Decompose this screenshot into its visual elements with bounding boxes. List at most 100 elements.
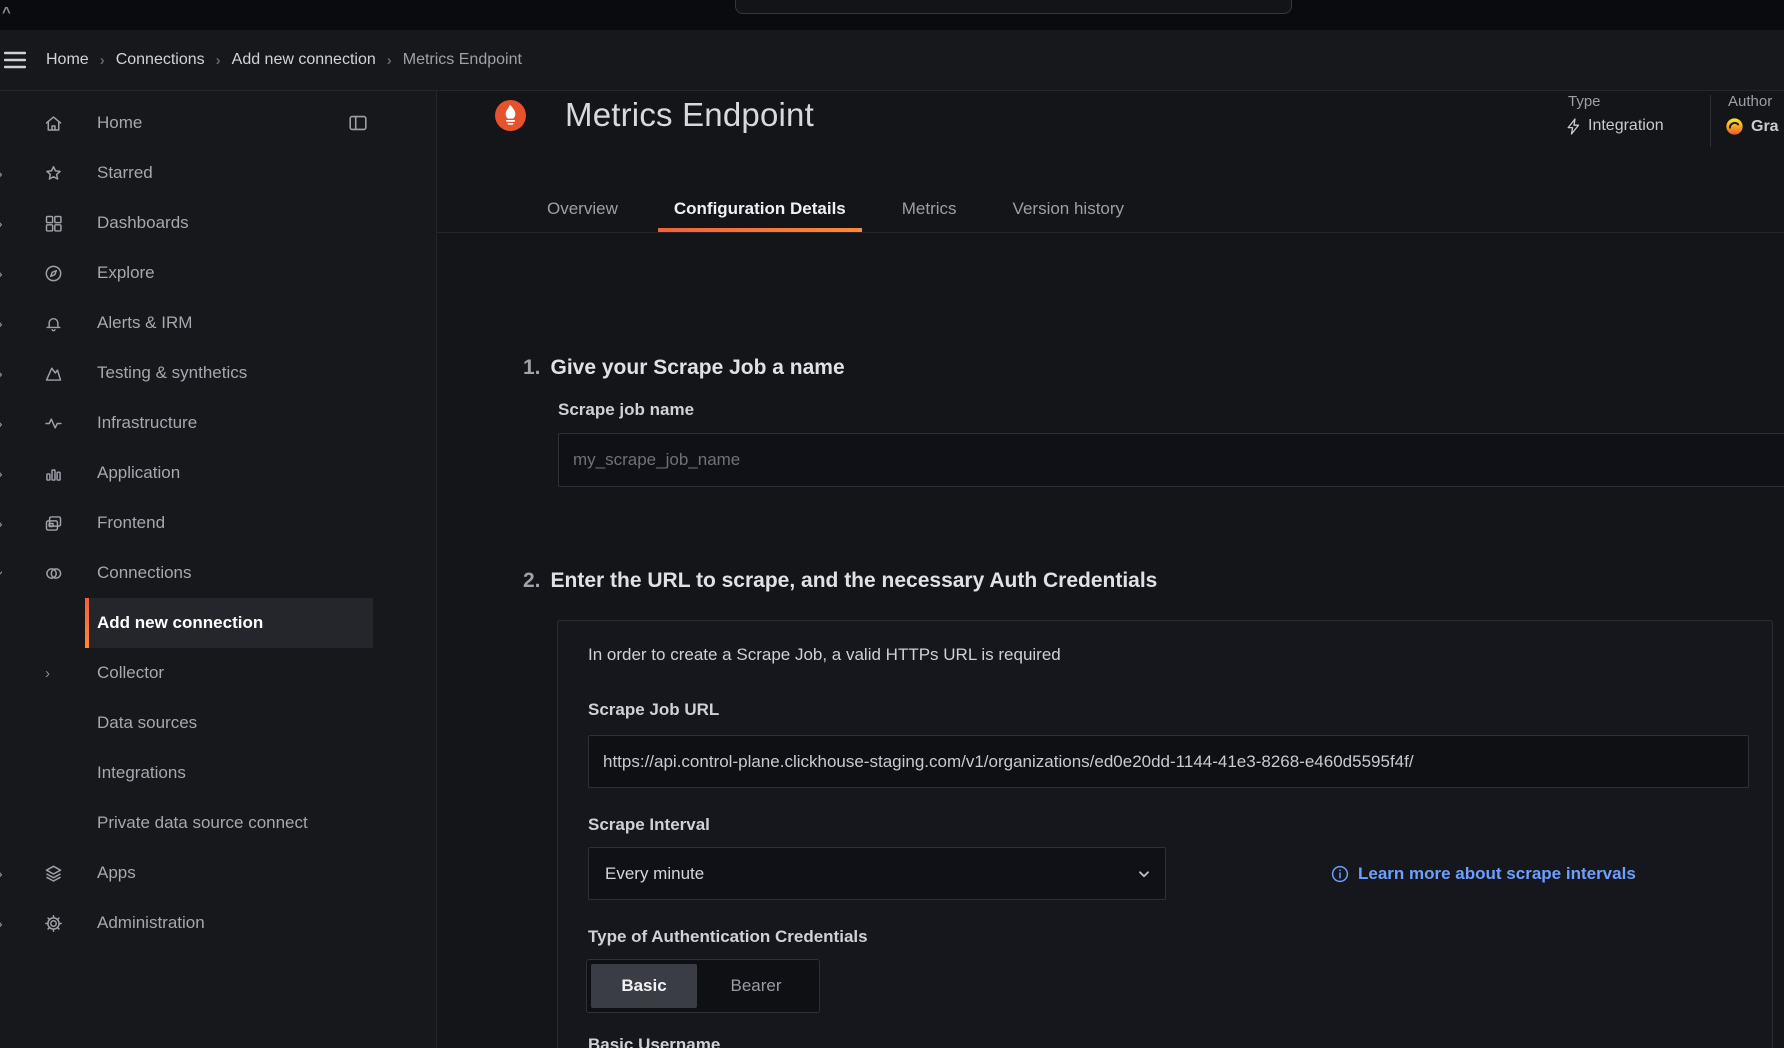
author-value: Gra [1725,117,1779,136]
menu-hamburger-icon[interactable] [0,51,46,69]
nav-sidebar: Home › Starred › Dashboards › Explore [0,91,437,1048]
prometheus-icon [495,100,526,131]
chevron-right-icon[interactable]: › [0,865,6,882]
grafana-app-window: ^ Search or jump to... Home › Connection… [0,0,1784,1048]
dock-menu-icon[interactable] [347,112,369,134]
sidebar-item-home[interactable]: Home [0,98,436,148]
step2-number: 2. [523,569,541,592]
sidebar-item-connections[interactable]: › Connections [0,548,436,598]
sidebar-item-label: Apps [97,863,136,883]
sidebar-item-infrastructure[interactable]: › Infrastructure [0,398,436,448]
sidebar-item-label: Alerts & IRM [97,313,192,333]
scrape-intervals-link[interactable]: Learn more about scrape intervals [1331,847,1636,900]
chevron-right-icon[interactable]: › [0,365,6,382]
author-label: Author [1728,93,1772,110]
sidebar-item-alerts-irm[interactable]: › Alerts & IRM [0,298,436,348]
main-content: Metrics Endpoint Type Integration Author… [437,91,1784,1048]
sidebar-item-label: Frontend [97,513,165,533]
connections-link-icon [41,561,65,585]
chevron-right-icon[interactable]: › [0,415,6,432]
bar-chart-icon [41,461,65,485]
meta-divider [1710,95,1711,147]
info-circle-icon [1331,865,1349,883]
chevron-right-icon[interactable]: › [0,265,6,282]
page-title: Metrics Endpoint [565,91,814,139]
breadcrumb-add-new-connection[interactable]: Add new connection [232,51,376,69]
breadcrumb-separator: › [376,52,403,69]
scrape-job-name-input[interactable] [558,433,1784,487]
chevron-right-icon[interactable]: › [45,665,57,682]
sidebar-item-label: Home [97,113,142,133]
bolt-icon [1566,118,1581,135]
sidebar-item-dashboards[interactable]: › Dashboards [0,198,436,248]
chevron-right-icon[interactable]: › [0,465,6,482]
tab-bar: Overview Configuration Details Metrics V… [437,185,1784,233]
breadcrumb-connections[interactable]: Connections [116,51,205,69]
sidebar-item-apps[interactable]: › Apps [0,848,436,898]
k6-mountain-icon [41,361,65,385]
caret-glyph: ^ [2,4,11,21]
type-label: Type [1568,93,1601,110]
chevron-down-icon [1137,867,1151,881]
scrape-interval-row: Every minute Learn more about scrape int… [588,847,1749,900]
sidebar-item-add-new-connection[interactable]: Add new connection [0,598,436,648]
chevron-right-icon[interactable]: › [0,515,6,532]
chevron-down-icon[interactable]: › [0,567,9,579]
breadcrumb-home[interactable]: Home [46,51,89,69]
scrape-job-url-input[interactable] [588,735,1749,788]
step1-heading: 1.Give your Scrape Job a name [523,356,845,380]
sidebar-item-administration[interactable]: › Administration [0,898,436,948]
chevron-right-icon[interactable]: › [0,215,6,232]
frontend-windows-icon [41,511,65,535]
tab-metrics[interactable]: Metrics [886,185,973,232]
step2-heading: 2.Enter the URL to scrape, and the neces… [523,569,1157,593]
auth-type-label: Type of Authentication Credentials [588,927,868,947]
type-value: Integration [1566,117,1664,135]
sidebar-item-testing-synthetics[interactable]: › Testing & synthetics [0,348,436,398]
sidebar-item-label: Application [97,463,180,483]
search-input[interactable]: Search or jump to... [735,0,1292,14]
sidebar-item-label: Administration [97,913,205,933]
scrape-interval-label: Scrape Interval [588,815,710,835]
sidebar-item-collector[interactable]: › Collector [0,648,436,698]
breadcrumb-metrics-endpoint: Metrics Endpoint [403,51,522,69]
scrape-job-panel: In order to create a Scrape Job, a valid… [557,620,1773,1048]
sidebar-item-label: Infrastructure [97,413,197,433]
sidebar-item-integrations[interactable]: Integrations [0,748,436,798]
basic-username-label: Basic Username [588,1035,720,1048]
sidebar-item-label: Dashboards [97,213,189,233]
sidebar-item-label: Connections [97,563,192,583]
tab-configuration-details[interactable]: Configuration Details [658,185,862,232]
sidebar-item-label: Collector [97,663,164,683]
tab-version-history[interactable]: Version history [997,185,1141,232]
sidebar-item-private-data-source-connect[interactable]: Private data source connect [0,798,436,848]
breadcrumb-separator: › [205,52,232,69]
gear-icon [41,911,65,935]
auth-option-basic[interactable]: Basic [591,964,697,1008]
compass-icon [41,261,65,285]
chevron-right-icon[interactable]: › [0,165,6,182]
sidebar-item-explore[interactable]: › Explore [0,248,436,298]
sidebar-item-label: Add new connection [97,613,263,633]
sidebar-item-label: Private data source connect [97,813,308,833]
scrape-job-name-label: Scrape job name [558,400,694,420]
grafana-logo-icon [1725,117,1744,136]
pulse-icon [41,411,65,435]
sidebar-item-label: Explore [97,263,155,283]
auth-option-bearer[interactable]: Bearer [697,964,815,1008]
bell-icon [41,311,65,335]
scrape-interval-select[interactable]: Every minute [588,847,1166,900]
sidebar-item-label: Data sources [97,713,197,733]
sidebar-item-frontend[interactable]: › Frontend [0,498,436,548]
step1-number: 1. [523,356,541,379]
sidebar-item-application[interactable]: › Application [0,448,436,498]
dashboards-grid-icon [41,211,65,235]
panel-info-text: In order to create a Scrape Job, a valid… [588,645,1061,665]
tab-overview[interactable]: Overview [531,185,634,232]
top-bar: ^ Search or jump to... [0,0,1784,30]
sidebar-item-starred[interactable]: › Starred [0,148,436,198]
sidebar-item-data-sources[interactable]: Data sources [0,698,436,748]
chevron-right-icon[interactable]: › [0,915,6,932]
chevron-right-icon[interactable]: › [0,315,6,332]
apps-layers-icon [41,861,65,885]
